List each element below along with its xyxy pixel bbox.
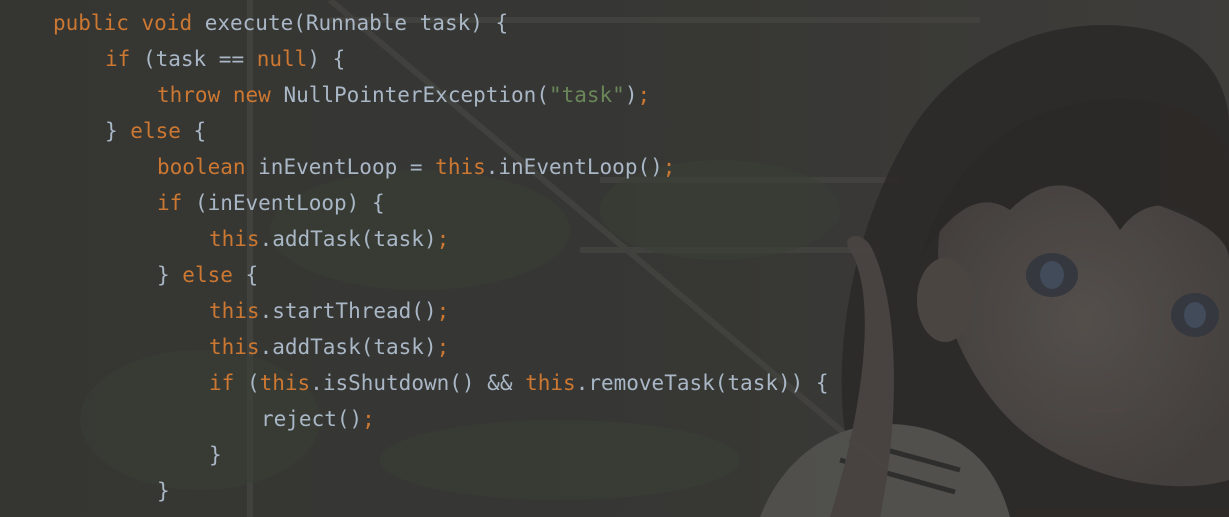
code-token: ; <box>662 155 676 179</box>
code-token: .inEventLoop() <box>485 155 663 179</box>
code-line[interactable]: } else { <box>157 257 258 293</box>
code-token: ( <box>234 371 260 395</box>
code-token: } <box>157 263 183 287</box>
code-keyword: this <box>525 371 576 395</box>
code-keyword: null <box>256 47 308 71</box>
code-line[interactable]: if (inEventLoop) { <box>157 185 385 221</box>
code-keyword: if <box>157 191 183 215</box>
code-token: } <box>157 479 170 503</box>
code-token: .startThread() <box>259 299 437 323</box>
code-token: ) { <box>307 47 346 71</box>
code-keyword: this <box>209 299 260 323</box>
code-token: .removeTask(task)) { <box>575 371 829 395</box>
code-keyword: throw <box>157 83 221 107</box>
code-keyword: else <box>182 263 233 287</box>
code-string: "task" <box>548 83 625 107</box>
code-line[interactable]: if (this.isShutdown() && this.removeTask… <box>209 365 829 401</box>
code-keyword: this <box>435 155 486 179</box>
code-keyword: public <box>53 11 129 35</box>
code-line[interactable]: throw new NullPointerException("task"); <box>157 77 650 113</box>
code-token: ; <box>362 407 375 431</box>
code-keyword: this <box>209 227 260 251</box>
code-line[interactable]: this.addTask(task); <box>209 329 449 365</box>
code-token: .addTask(task) <box>259 227 437 251</box>
code-editor[interactable]: public void execute(Runnable task) {if (… <box>0 0 1229 517</box>
code-line[interactable]: } <box>209 437 222 473</box>
code-token: (inEventLoop) { <box>182 191 385 215</box>
code-token: { <box>232 263 259 287</box>
code-line[interactable]: } <box>157 473 170 509</box>
code-token: inEventLoop = <box>245 155 436 179</box>
code-token: ) <box>624 83 638 107</box>
code-token: reject() <box>261 407 363 431</box>
code-line[interactable]: if (task == null) { <box>105 41 345 77</box>
code-token: { <box>180 119 207 143</box>
code-keyword: this <box>209 335 260 359</box>
code-line[interactable]: this.startThread(); <box>209 293 449 329</box>
code-keyword: this <box>259 371 311 395</box>
code-keyword: new <box>232 83 271 107</box>
code-keyword: else <box>130 119 181 143</box>
code-token: ; <box>436 335 450 359</box>
code-token: .addTask(task) <box>259 335 437 359</box>
code-token: (task == <box>130 47 257 71</box>
code-token: execute(Runnable task) { <box>192 11 509 35</box>
code-line[interactable]: reject(); <box>261 401 375 437</box>
code-token: } <box>209 443 222 467</box>
code-line[interactable]: } else { <box>105 113 206 149</box>
code-token: ; <box>436 227 450 251</box>
code-line[interactable]: public void execute(Runnable task) { <box>53 5 508 41</box>
code-token: NullPointerException( <box>270 83 549 107</box>
code-token: ; <box>436 299 450 323</box>
code-keyword: boolean <box>157 155 246 179</box>
code-token: ; <box>637 83 651 107</box>
code-line[interactable]: this.addTask(task); <box>209 221 449 257</box>
code-token: } <box>105 119 131 143</box>
code-token: .isShutdown() && <box>310 371 526 395</box>
code-keyword: if <box>209 371 235 395</box>
code-keyword: if <box>105 47 131 71</box>
code-line[interactable]: boolean inEventLoop = this.inEventLoop()… <box>157 149 675 185</box>
code-keyword: void <box>141 11 193 35</box>
